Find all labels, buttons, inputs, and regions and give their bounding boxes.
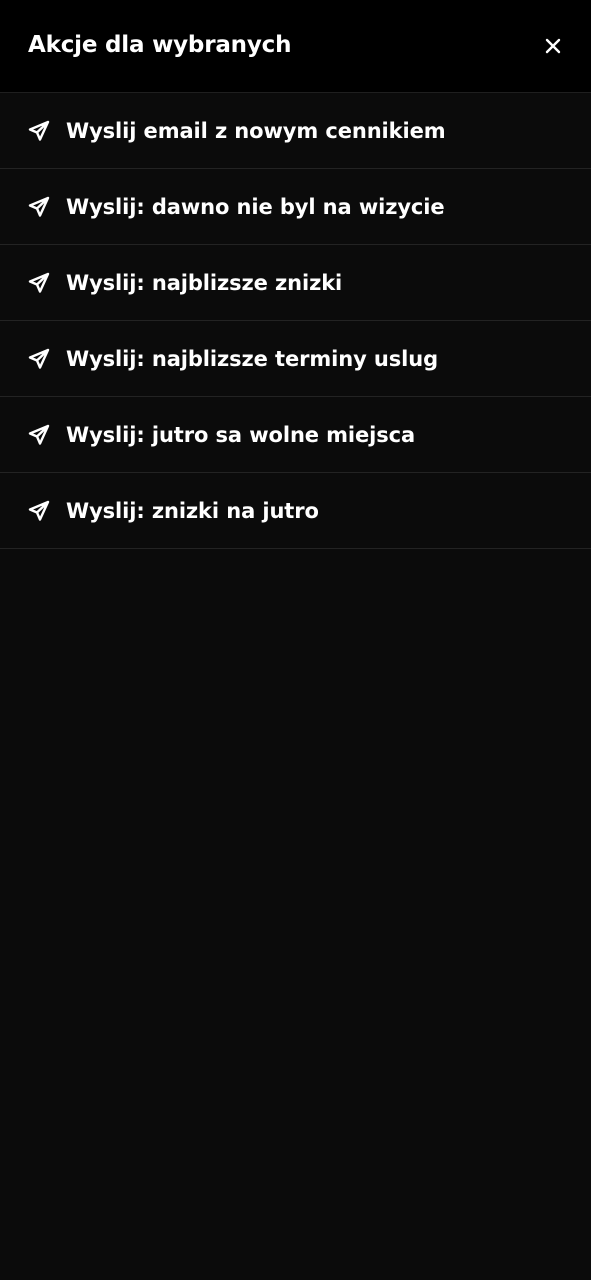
send-icon bbox=[26, 118, 52, 144]
send-icon bbox=[26, 346, 52, 372]
action-item[interactable]: Wyslij email z nowym cennikiem bbox=[0, 93, 591, 169]
actions-panel: Akcje dla wybranych Wyslij email z nowym… bbox=[0, 0, 591, 1280]
action-item[interactable]: Wyslij: najblizsze znizki bbox=[0, 245, 591, 321]
action-label: Wyslij: najblizsze terminy uslug bbox=[66, 346, 439, 371]
send-icon bbox=[26, 422, 52, 448]
send-icon bbox=[26, 270, 52, 296]
send-icon bbox=[26, 498, 52, 524]
action-item[interactable]: Wyslij: znizki na jutro bbox=[0, 473, 591, 549]
send-icon bbox=[26, 194, 52, 220]
action-label: Wyslij: jutro sa wolne miejsca bbox=[66, 422, 416, 447]
actions-list: Wyslij email z nowym cennikiem Wyslij: d… bbox=[0, 93, 591, 549]
action-label: Wyslij: znizki na jutro bbox=[66, 498, 319, 523]
action-label: Wyslij: najblizsze znizki bbox=[66, 270, 343, 295]
action-item[interactable]: Wyslij: dawno nie byl na wizycie bbox=[0, 169, 591, 245]
action-item[interactable]: Wyslij: jutro sa wolne miejsca bbox=[0, 397, 591, 473]
close-button[interactable] bbox=[535, 28, 571, 64]
panel-title: Akcje dla wybranych bbox=[28, 32, 292, 58]
panel-header: Akcje dla wybranych bbox=[0, 0, 591, 93]
action-label: Wyslij: dawno nie byl na wizycie bbox=[66, 194, 445, 219]
action-item[interactable]: Wyslij: najblizsze terminy uslug bbox=[0, 321, 591, 397]
close-icon bbox=[545, 38, 561, 54]
action-label: Wyslij email z nowym cennikiem bbox=[66, 118, 446, 143]
